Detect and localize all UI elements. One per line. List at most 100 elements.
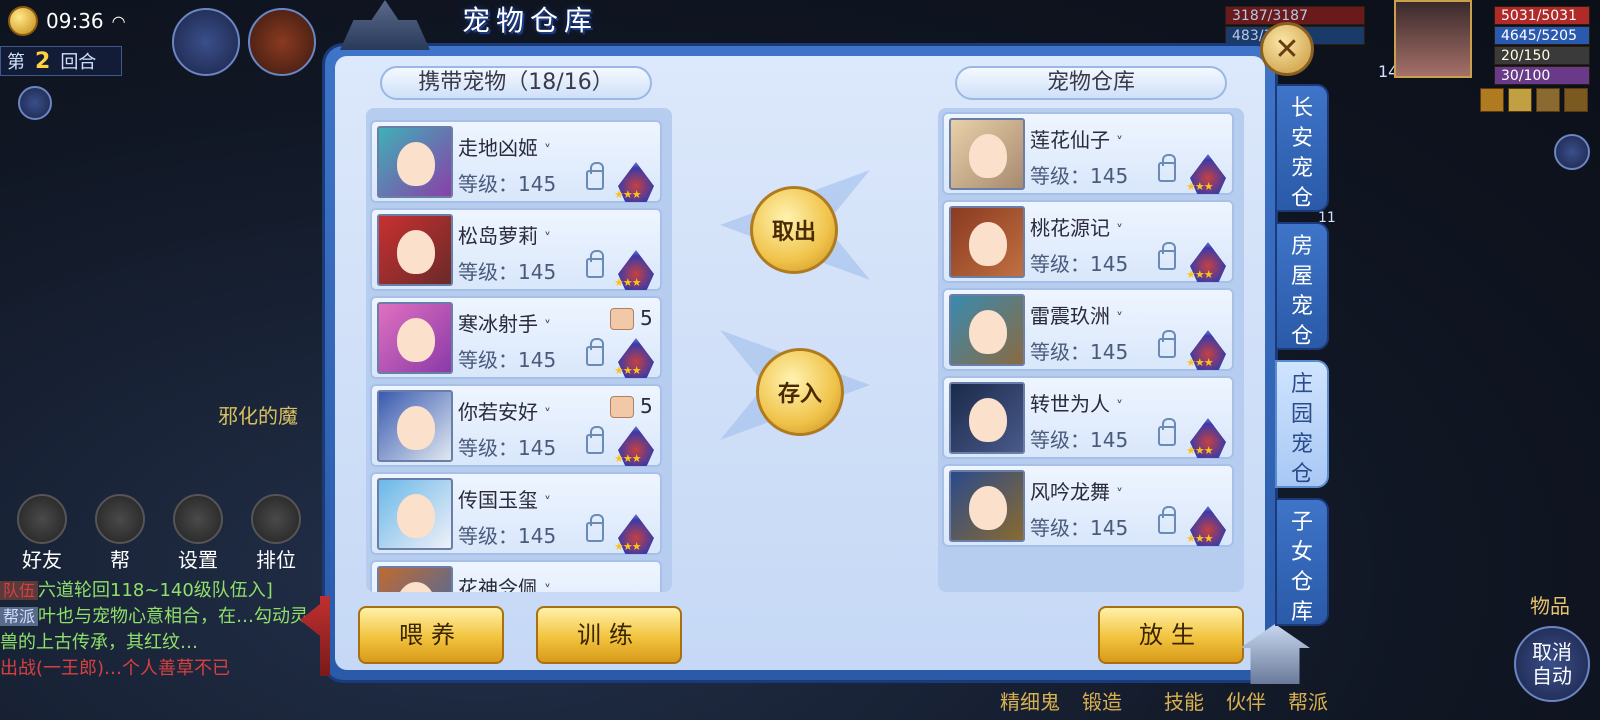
take-out-button[interactable]: 取出 <box>750 186 838 274</box>
tab-label: 子女仓库 <box>1291 510 1314 625</box>
feed-button[interactable]: 喂养 <box>358 606 504 664</box>
side-arrow-icon[interactable] <box>1554 134 1590 170</box>
chevron-down-icon[interactable]: ˅ <box>544 495 551 511</box>
chevron-down-icon[interactable]: ˅ <box>1116 311 1123 327</box>
bottom-label[interactable]: 技能 <box>1164 686 1204 715</box>
chevron-down-icon[interactable]: ˅ <box>544 319 551 335</box>
star-rating-icon: ★★★ <box>1186 180 1214 193</box>
pet-avatar[interactable] <box>949 118 1025 190</box>
star-rating-icon: ★★★ <box>1186 356 1214 369</box>
gold-coin-icon[interactable] <box>8 6 38 36</box>
train-button[interactable]: 训练 <box>536 606 682 664</box>
pet-card[interactable]: 雷震玖洲 ˅ 等级：145 ★★★ <box>942 288 1234 371</box>
pet-avatar[interactable] <box>377 478 453 550</box>
buff-icon[interactable] <box>1508 88 1532 112</box>
collapse-icon[interactable] <box>18 86 52 120</box>
pet-card[interactable]: 转世为人 ˅ 等级：145 ★★★ <box>942 376 1234 459</box>
chevron-down-icon[interactable]: ˅ <box>1116 399 1123 415</box>
tab-manor-pet-storage[interactable]: 庄园宠仓 <box>1275 360 1329 488</box>
pet-avatar[interactable] <box>377 302 453 374</box>
microphone-icon <box>95 494 145 544</box>
lock-icon[interactable] <box>1158 418 1176 446</box>
buff-icon[interactable] <box>1536 88 1560 112</box>
pet-avatar[interactable] <box>377 390 453 462</box>
bottom-label[interactable]: 伙伴 <box>1226 686 1266 715</box>
lock-icon[interactable] <box>1158 506 1176 534</box>
lock-icon[interactable] <box>586 426 604 454</box>
close-icon: ✕ <box>1274 31 1300 67</box>
skill-icon-dragon[interactable] <box>172 8 240 76</box>
pet-card[interactable]: 风吟龙舞 ˅ 等级：145 ★★★ <box>942 464 1234 547</box>
chevron-down-icon[interactable]: ˅ <box>544 231 551 247</box>
warehouse-pets-list[interactable]: 莲花仙子 ˅ 等级：145 ★★★ 桃花源记 ˅ 等级：145 ★★★ 雷震玖洲 ˅ 等级：145 ★… <box>938 108 1244 592</box>
food-icon <box>610 396 634 418</box>
player-avatar[interactable] <box>1394 0 1472 78</box>
guild-label: 帮 <box>110 548 130 572</box>
buff-icon[interactable] <box>1564 88 1588 112</box>
chevron-down-icon[interactable]: ˅ <box>544 583 551 592</box>
pet-name: 雷震玖洲 ˅ <box>1030 304 1123 328</box>
skill-icon-sword[interactable] <box>248 8 316 76</box>
friends-button[interactable]: 好友 <box>8 494 76 573</box>
chat-line: 出战(一王郎)…个人善草不已 <box>0 656 320 682</box>
pet-avatar[interactable] <box>949 470 1025 542</box>
pet-avatar[interactable] <box>377 126 453 198</box>
warehouse-pets-header: 宠物仓库 <box>955 66 1227 100</box>
ranking-button[interactable]: 排位 <box>242 494 310 573</box>
tab-label: 庄园宠仓 <box>1291 372 1314 487</box>
tab-children-storage[interactable]: 子女仓库 <box>1275 498 1329 626</box>
items-label[interactable]: 物品 <box>1530 590 1570 619</box>
friends-icon <box>17 494 67 544</box>
tab-changan-pet-storage[interactable]: 长安宠仓 <box>1275 84 1329 212</box>
pet-avatar[interactable] <box>949 206 1025 278</box>
train-label: 训练 <box>577 621 641 649</box>
pet-card[interactable]: 传国玉玺 ˅ 等级：145 ★★★ <box>370 472 662 555</box>
lock-icon[interactable] <box>586 514 604 542</box>
carried-pets-list[interactable]: 走地凶姬 ˅ 等级：145 ★★★ 松岛萝莉 ˅ 等级：145 ★★★ 寒冰射手 ˅ 等级：145 ★… <box>366 108 672 592</box>
pet-card[interactable]: 松岛萝莉 ˅ 等级：145 ★★★ <box>370 208 662 291</box>
buff-icon[interactable] <box>1480 88 1504 112</box>
lock-icon[interactable] <box>586 250 604 278</box>
pet-avatar[interactable] <box>377 214 453 286</box>
pet-level: 等级：145 <box>1030 428 1129 452</box>
chat-box[interactable]: 队伍 六道轮回118~140级队伍入] 帮派 叶也与宠物心意相合，在…勾动灵兽的上古… <box>0 578 320 682</box>
chevron-down-icon[interactable]: ˅ <box>1116 223 1123 239</box>
bottom-label[interactable]: 帮派 <box>1288 686 1328 715</box>
pet-card[interactable]: 走地凶姬 ˅ 等级：145 ★★★ <box>370 120 662 203</box>
settings-button[interactable]: 设置 <box>164 494 232 573</box>
chat-tag: 队伍 <box>0 581 39 600</box>
guild-button[interactable]: 帮 <box>86 494 154 573</box>
lock-icon[interactable] <box>1158 154 1176 182</box>
tab-house-pet-storage[interactable]: 房屋宠仓 <box>1275 222 1329 350</box>
star-rating-icon: ★★★ <box>614 540 642 553</box>
pet-card[interactable]: 花神令佩 ˅ <box>370 560 662 592</box>
chevron-down-icon[interactable]: ˅ <box>544 407 551 423</box>
pet-card[interactable]: 你若安好 ˅ 等级：145 ★★★ 5 <box>370 384 662 467</box>
bottom-label[interactable]: 锻造 <box>1082 686 1122 715</box>
lock-icon[interactable] <box>1158 242 1176 270</box>
pet-avatar[interactable] <box>377 566 453 592</box>
pet-name: 转世为人 ˅ <box>1030 392 1123 416</box>
lock-icon[interactable] <box>1158 330 1176 358</box>
star-rating-icon: ★★★ <box>614 188 642 201</box>
star-rating-icon: ★★★ <box>1186 444 1214 457</box>
lock-icon[interactable] <box>586 162 604 190</box>
chevron-down-icon[interactable]: ˅ <box>544 143 551 159</box>
close-button[interactable]: ✕ <box>1260 22 1314 76</box>
cancel-auto-button[interactable]: 取消自动 <box>1514 626 1590 702</box>
pet-avatar[interactable] <box>949 294 1025 366</box>
feed-label: 喂养 <box>399 621 463 649</box>
pet-card[interactable]: 寒冰射手 ˅ 等级：145 ★★★ 5 <box>370 296 662 379</box>
pet-name: 桃花源记 ˅ <box>1030 216 1123 240</box>
chevron-down-icon[interactable]: ˅ <box>1116 135 1123 151</box>
chat-line: 队伍 六道轮回118~140级队伍入] <box>0 578 320 604</box>
bottom-label[interactable]: 精细鬼 <box>1000 686 1060 715</box>
deposit-button[interactable]: 存入 <box>756 348 844 436</box>
release-button[interactable]: 放生 <box>1098 606 1244 664</box>
pet-card[interactable]: 莲花仙子 ˅ 等级：145 ★★★ <box>942 112 1234 195</box>
lock-icon[interactable] <box>586 338 604 366</box>
pet-card[interactable]: 桃花源记 ˅ 等级：145 ★★★ <box>942 200 1234 283</box>
pet-avatar[interactable] <box>949 382 1025 454</box>
chevron-down-icon[interactable]: ˅ <box>1116 487 1123 503</box>
wifi-icon: ◠ <box>111 11 126 31</box>
